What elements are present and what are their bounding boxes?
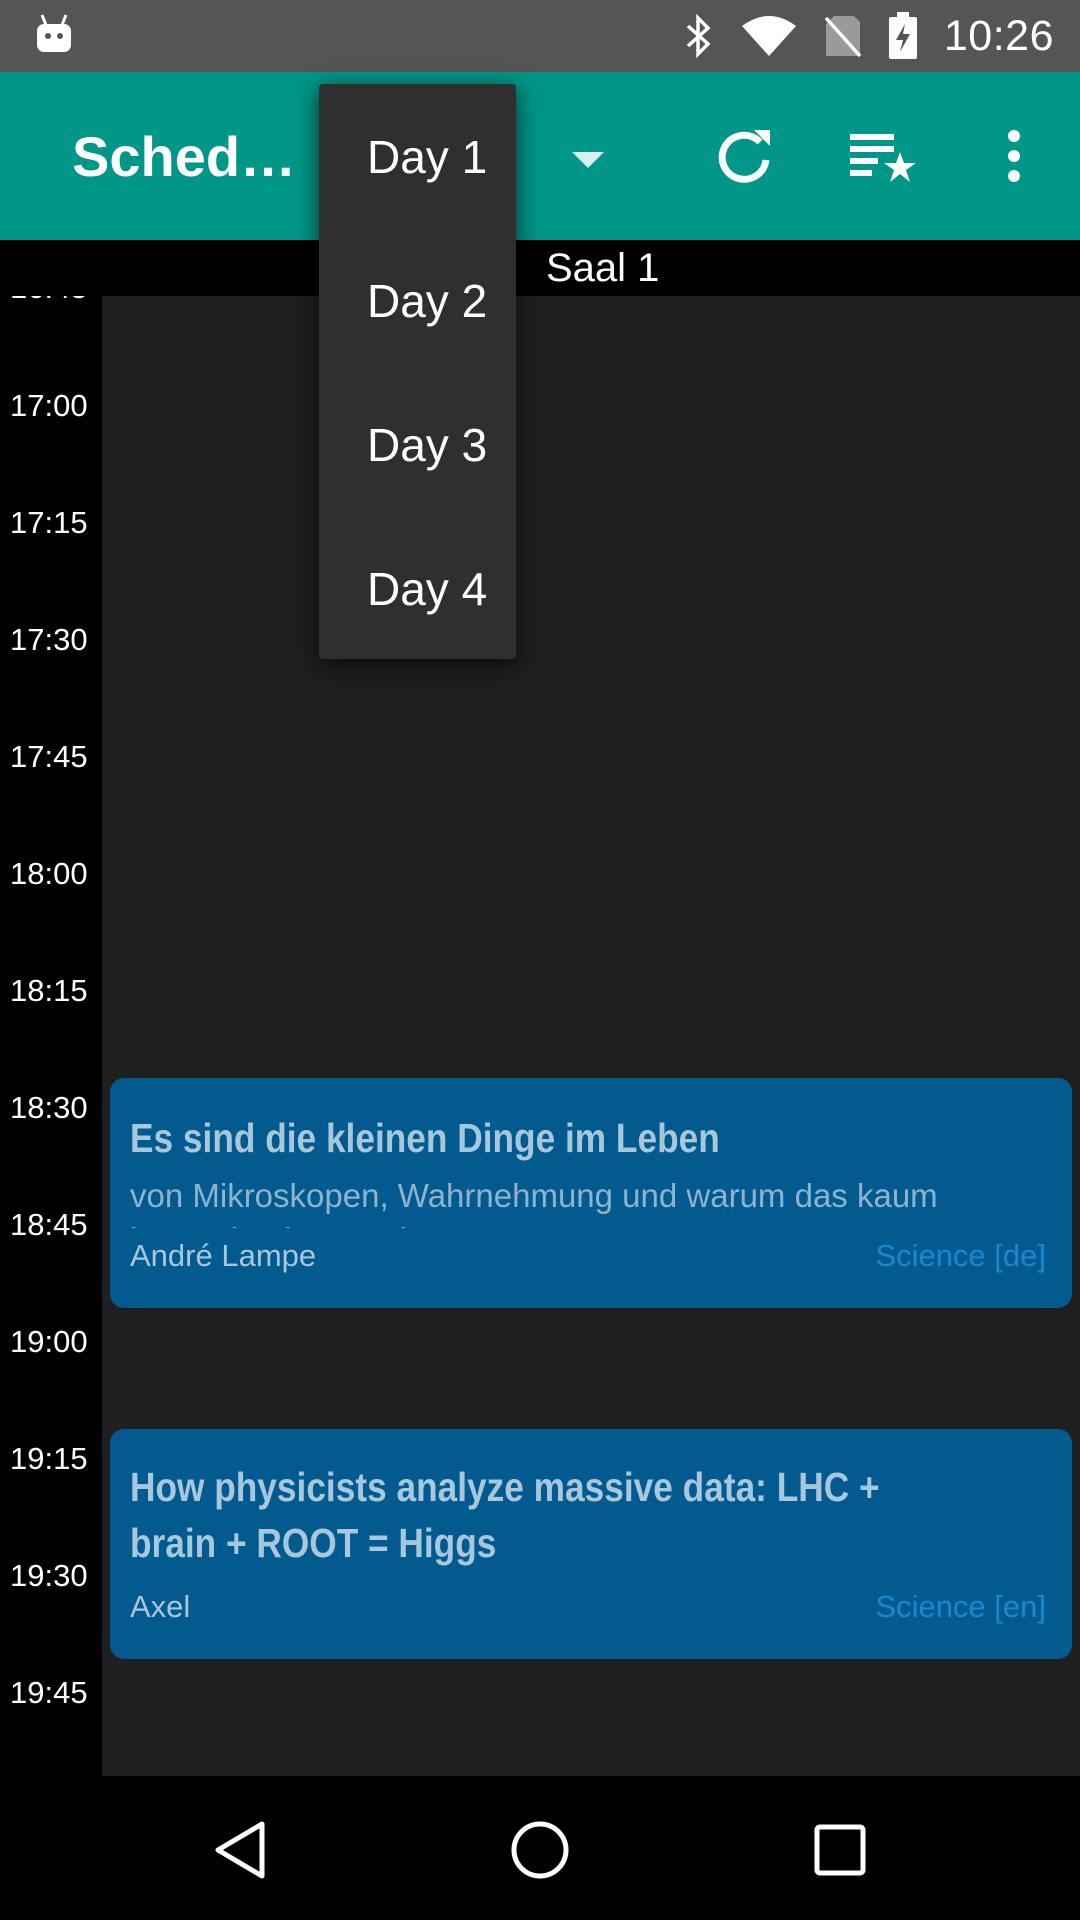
- event-title: Es sind die kleinen Dinge im Leben: [130, 1115, 720, 1161]
- time-label-partial: 16:45: [10, 296, 88, 306]
- event-speaker: Axel: [130, 1589, 191, 1624]
- time-label: 18:15: [10, 973, 88, 1008]
- time-label: 19:45: [10, 1675, 88, 1710]
- status-bar: 10:26: [0, 0, 1080, 72]
- event-subtitle: von Mikroskopen, Wahrnehmung und warum d…: [130, 1177, 938, 1228]
- time-label: 18:45: [10, 1207, 88, 1242]
- bluetooth-icon: [686, 14, 711, 58]
- no-sim-icon: [824, 16, 862, 58]
- menu-item-day-3[interactable]: Day 3: [367, 418, 487, 472]
- battery-charging-icon: [888, 12, 917, 59]
- event-speaker: André Lampe: [130, 1238, 317, 1273]
- event-track: Science [de]: [875, 1238, 1046, 1273]
- event-title: How physicists analyze massive data: LHC…: [130, 1464, 880, 1566]
- event-card[interactable]: Es sind die kleinen Dinge im Leben von M…: [110, 1078, 1072, 1308]
- time-label: 18:00: [10, 856, 88, 891]
- time-label: 19:30: [10, 1558, 88, 1593]
- refresh-icon: [718, 130, 770, 183]
- room-name: Saal 1: [546, 246, 660, 290]
- overflow-menu-button[interactable]: [966, 108, 1062, 204]
- time-column: 16:45 17:00 17:15 17:30 17:45 18:00 18:1…: [0, 296, 102, 1776]
- status-clock: 10:26: [943, 11, 1054, 60]
- menu-item-day-4[interactable]: Day 4: [367, 562, 487, 616]
- time-label: 17:15: [10, 505, 88, 540]
- time-label: 17:00: [10, 388, 88, 423]
- time-label: 18:30: [10, 1090, 88, 1125]
- event-track: Science [en]: [875, 1589, 1046, 1624]
- day-dropdown-menu: Day 1 Day 2 Day 3 Day 4: [319, 84, 516, 659]
- navigation-bar: [0, 1776, 1080, 1920]
- android-notification-icon: [37, 14, 71, 52]
- menu-item-day-2[interactable]: Day 2: [367, 274, 487, 328]
- favorites-list-button[interactable]: [836, 108, 932, 204]
- recents-icon: [814, 1824, 866, 1876]
- day-spinner-arrow-icon[interactable]: [572, 152, 604, 168]
- time-label: 19:15: [10, 1441, 88, 1476]
- room-header: Saal 1: [0, 240, 1080, 296]
- time-label: 17:45: [10, 739, 88, 774]
- app-title: Sched…: [72, 125, 297, 188]
- time-label: 19:00: [10, 1324, 88, 1359]
- starred-list-icon: [850, 134, 916, 182]
- home-button[interactable]: [492, 1802, 588, 1898]
- wifi-icon: [741, 16, 796, 56]
- refresh-button[interactable]: [696, 108, 792, 204]
- home-icon: [511, 1821, 569, 1879]
- recents-button[interactable]: [792, 1802, 888, 1898]
- more-vert-icon: [1008, 130, 1020, 182]
- app-bar: Sched…: [0, 72, 1080, 240]
- back-button[interactable]: [192, 1802, 288, 1898]
- event-card[interactable]: How physicists analyze massive data: LHC…: [110, 1429, 1072, 1659]
- schedule-grid: Es sind die kleinen Dinge im Leben von M…: [102, 296, 1080, 1776]
- back-icon: [215, 1821, 265, 1879]
- menu-item-day-1[interactable]: Day 1: [367, 130, 487, 184]
- time-label: 17:30: [10, 622, 88, 657]
